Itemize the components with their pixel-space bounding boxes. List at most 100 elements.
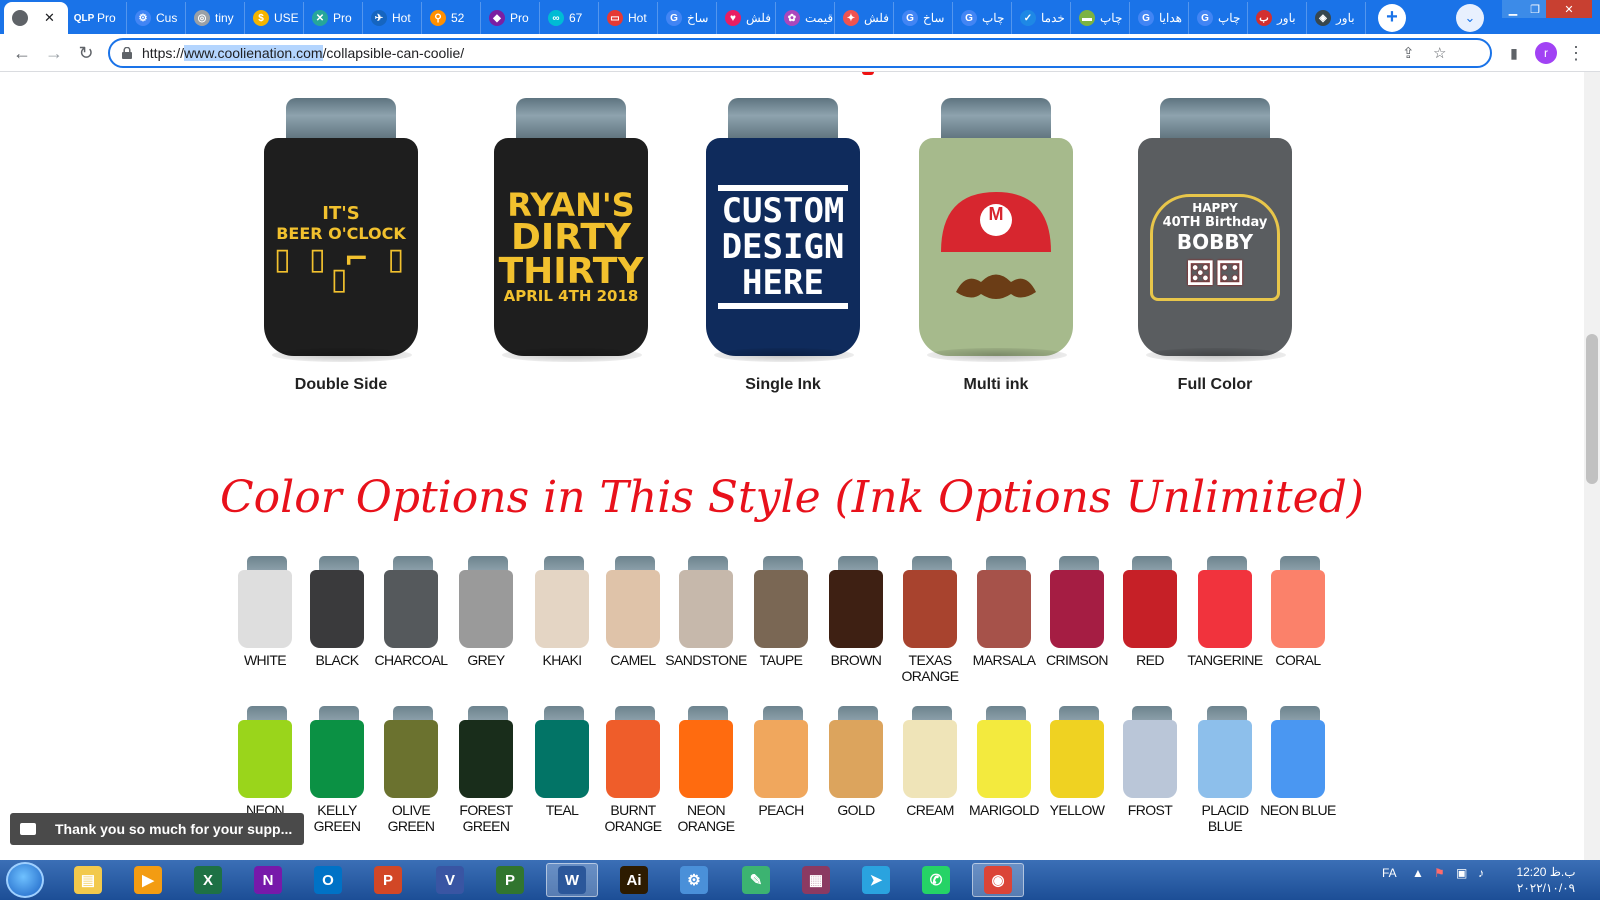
bookmark-star-icon[interactable]: ☆ bbox=[1433, 44, 1446, 62]
taskbar-app[interactable]: ✎ bbox=[730, 863, 782, 897]
color-swatch[interactable]: CREAM bbox=[903, 706, 961, 836]
browser-tab[interactable]: $ USE bbox=[245, 2, 304, 34]
color-swatch[interactable]: MARSALA bbox=[973, 556, 1036, 686]
color-swatch[interactable]: NEON BLUE bbox=[1260, 706, 1336, 836]
side-panel-icon[interactable]: ▮ bbox=[1500, 39, 1528, 67]
browser-tab[interactable]: ✓ خدما bbox=[1012, 2, 1071, 34]
taskbar-app[interactable]: ➤ bbox=[850, 863, 902, 897]
taskbar-app[interactable]: O bbox=[302, 863, 354, 897]
color-swatch[interactable]: YELLOW bbox=[1050, 706, 1108, 836]
color-swatch[interactable]: CAMEL bbox=[606, 556, 664, 686]
color-swatch[interactable]: NEON ORANGE bbox=[677, 706, 737, 836]
color-swatch[interactable]: FROST bbox=[1123, 706, 1181, 836]
color-swatch[interactable]: TANGERINE bbox=[1187, 556, 1263, 686]
color-swatch[interactable]: KELLY GREEN bbox=[310, 706, 368, 836]
color-swatch[interactable]: GOLD bbox=[829, 706, 887, 836]
browser-tab[interactable]: QLP Pro bbox=[68, 2, 127, 34]
profile-avatar[interactable]: r bbox=[1535, 42, 1557, 64]
scrollbar-thumb[interactable] bbox=[1586, 334, 1598, 484]
minimize-button[interactable]: ▁ bbox=[1502, 0, 1524, 18]
browser-tab[interactable]: ✿ قیمت bbox=[776, 2, 835, 34]
browser-tab[interactable]: ✈ Hot bbox=[363, 2, 422, 34]
browser-tab[interactable]: ▬ چاپ bbox=[1071, 2, 1130, 34]
color-swatch[interactable]: PEACH bbox=[754, 706, 812, 836]
browser-tab[interactable]: ✕ Pro bbox=[304, 2, 363, 34]
taskbar-app[interactable]: X bbox=[182, 863, 234, 897]
new-tab-button[interactable]: + bbox=[1378, 4, 1406, 32]
close-tab-icon[interactable]: ✕ bbox=[44, 10, 55, 26]
taskbar-app[interactable]: N bbox=[242, 863, 294, 897]
color-swatch[interactable]: BLACK bbox=[310, 556, 368, 686]
color-swatch[interactable]: BROWN bbox=[829, 556, 887, 686]
reload-icon[interactable]: ↻ bbox=[72, 39, 100, 67]
action-center-icon[interactable]: ⚑ bbox=[1434, 866, 1445, 880]
volume-icon[interactable]: ♪ bbox=[1478, 866, 1484, 880]
browser-tab[interactable]: ◆ Pro bbox=[481, 2, 540, 34]
color-swatch[interactable]: FOREST GREEN bbox=[459, 706, 517, 836]
mario-hat-mustache-icon bbox=[941, 192, 1051, 299]
browser-tab[interactable]: ⚲ 52 bbox=[422, 2, 481, 34]
color-swatch[interactable]: WHITE bbox=[238, 556, 296, 686]
browser-tab[interactable]: ب باور bbox=[1248, 2, 1307, 34]
taskbar-app[interactable]: ✆ bbox=[910, 863, 962, 897]
color-swatch[interactable]: RED bbox=[1123, 556, 1181, 686]
color-swatch[interactable]: CORAL bbox=[1271, 556, 1329, 686]
tab-strip: ✕ QLP Pro ⚙ Cus ◎ tiny $ USE ✕ Pro ✈ Hot ⚲ 52 ◆ Pro ∞ 67 ▭ H… bbox=[0, 0, 1600, 34]
show-hidden-icons-icon[interactable]: ▲ bbox=[1412, 866, 1424, 880]
swatch-can-body bbox=[829, 570, 883, 648]
browser-tab[interactable]: G ساخ bbox=[894, 2, 953, 34]
swatch-can-body bbox=[384, 570, 438, 648]
taskbar-app[interactable]: W bbox=[546, 863, 598, 897]
taskbar-app[interactable]: V bbox=[424, 863, 476, 897]
menu-kebab-icon[interactable]: ⋮ bbox=[1562, 39, 1590, 67]
color-swatch[interactable]: PLACID BLUE bbox=[1198, 706, 1256, 836]
browser-tab[interactable]: ✦ فلش bbox=[835, 2, 894, 34]
page-scrollbar[interactable] bbox=[1584, 72, 1600, 860]
color-swatch[interactable]: GREY bbox=[459, 556, 517, 686]
color-swatch[interactable]: TEAL bbox=[535, 706, 593, 836]
address-bar[interactable]: https://www.coolienation.com/collapsible… bbox=[108, 38, 1492, 68]
maximize-button[interactable]: ❐ bbox=[1524, 0, 1546, 18]
browser-tab[interactable]: ▭ Hot bbox=[599, 2, 658, 34]
browser-tab[interactable]: G هدایا bbox=[1130, 2, 1189, 34]
url-text[interactable]: https://www.coolienation.com/collapsible… bbox=[142, 45, 464, 61]
start-button[interactable] bbox=[6, 862, 44, 898]
color-swatch[interactable]: OLIVE GREEN bbox=[384, 706, 442, 836]
browser-tab[interactable]: ⚙ Cus bbox=[127, 2, 186, 34]
color-swatch[interactable]: CHARCOAL bbox=[375, 556, 448, 686]
language-indicator[interactable]: FA bbox=[1382, 866, 1397, 880]
browser-tab[interactable]: G چاپ bbox=[953, 2, 1012, 34]
network-icon[interactable]: ▣ bbox=[1456, 866, 1467, 880]
back-arrow-icon[interactable]: ← bbox=[8, 39, 36, 67]
browser-tab[interactable]: G چاپ bbox=[1189, 2, 1248, 34]
taskbar-app[interactable]: ▶ bbox=[122, 863, 174, 897]
browser-tab[interactable]: ✕ bbox=[4, 2, 68, 34]
color-swatch[interactable]: CRIMSON bbox=[1046, 556, 1109, 686]
forward-arrow-icon[interactable]: → bbox=[40, 39, 68, 67]
close-window-button[interactable]: ✕ bbox=[1546, 0, 1592, 18]
browser-tab[interactable]: ◎ tiny bbox=[186, 2, 245, 34]
taskbar-app[interactable]: P bbox=[484, 863, 536, 897]
browser-tab[interactable]: ∞ 67 bbox=[540, 2, 599, 34]
browser-tab[interactable]: G ساخ bbox=[658, 2, 717, 34]
color-swatch[interactable]: BURNT ORANGE bbox=[604, 706, 664, 836]
color-swatch[interactable]: TAUPE bbox=[754, 556, 812, 686]
notification-toast[interactable]: Thank you so much for your supp... bbox=[10, 813, 304, 845]
taskbar-app[interactable]: P bbox=[362, 863, 414, 897]
swatch-name: TEAL bbox=[545, 802, 579, 818]
taskbar-app[interactable]: ▤ bbox=[62, 863, 114, 897]
color-swatch[interactable]: SANDSTONE bbox=[665, 556, 747, 686]
system-clock[interactable]: 12:20 ب.ظ ۲۰۲۲/۱۰/۰۹ bbox=[1504, 864, 1588, 896]
tab-label: باور bbox=[1277, 11, 1296, 25]
tab-search-button[interactable]: ⌄ bbox=[1456, 4, 1484, 32]
browser-tab[interactable]: ♥ فلش bbox=[717, 2, 776, 34]
color-swatch[interactable]: KHAKI bbox=[535, 556, 593, 686]
taskbar-app[interactable]: ⚙ bbox=[668, 863, 720, 897]
browser-tab[interactable]: ◈ باور bbox=[1307, 2, 1366, 34]
color-swatch[interactable]: MARIGOLD bbox=[969, 706, 1040, 836]
share-icon[interactable]: ⇪ bbox=[1402, 44, 1415, 62]
taskbar-app[interactable]: Ai bbox=[608, 863, 660, 897]
color-swatch[interactable]: TEXAS ORANGE bbox=[901, 556, 961, 686]
taskbar-app[interactable]: ▦ bbox=[790, 863, 842, 897]
taskbar-app[interactable]: ◉ bbox=[972, 863, 1024, 897]
